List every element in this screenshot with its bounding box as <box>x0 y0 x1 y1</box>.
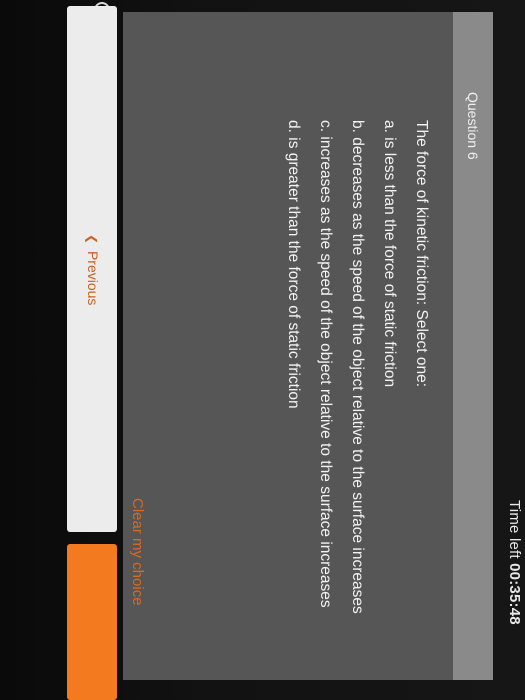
previous-label: Previous <box>85 250 101 306</box>
previous-label-wrap: ❮ Previous <box>85 234 101 305</box>
option-letter: b. <box>349 120 366 133</box>
question-prompt: The force of kinetic friction: Select on… <box>413 120 430 388</box>
time-left-label: Time left <box>506 500 523 559</box>
photo-of-screen: Time left 00:35:48 Question 6 The force … <box>0 0 525 700</box>
option-text: is less than the force of static frictio… <box>381 137 398 388</box>
question-header: Question 6 <box>453 12 493 680</box>
option-text: increases as the speed of the object rel… <box>317 136 334 608</box>
question-content: The force of kinetic friction: Select on… <box>271 120 431 640</box>
time-left-value: 00:35:48 <box>506 563 523 625</box>
clear-my-choice-link[interactable]: Clear my choice <box>129 498 146 606</box>
answer-option-d[interactable]: d. is greater than the force of static f… <box>283 120 303 640</box>
previous-button[interactable]: ❮ Previous <box>67 6 117 532</box>
question-number: Question 6 <box>465 92 481 160</box>
question-card: Question 6 The force of kinetic friction… <box>123 12 493 680</box>
answer-option-a[interactable]: a. is less than the force of static fric… <box>379 120 399 640</box>
answer-option-b[interactable]: b. decreases as the speed of the object … <box>347 120 367 640</box>
quiz-screen: Time left 00:35:48 Question 6 The force … <box>0 0 525 700</box>
option-text: decreases as the speed of the object rel… <box>349 137 366 614</box>
chevron-left-icon: ❮ <box>85 234 99 245</box>
next-button[interactable] <box>67 544 117 700</box>
answer-option-c[interactable]: c. increases as the speed of the object … <box>315 120 335 640</box>
option-letter: d. <box>285 120 302 133</box>
option-letter: a. <box>381 120 398 133</box>
option-letter: c. <box>317 120 334 133</box>
option-text: is greater than the force of static fric… <box>285 137 302 409</box>
time-left-display: Time left 00:35:48 <box>499 500 523 700</box>
